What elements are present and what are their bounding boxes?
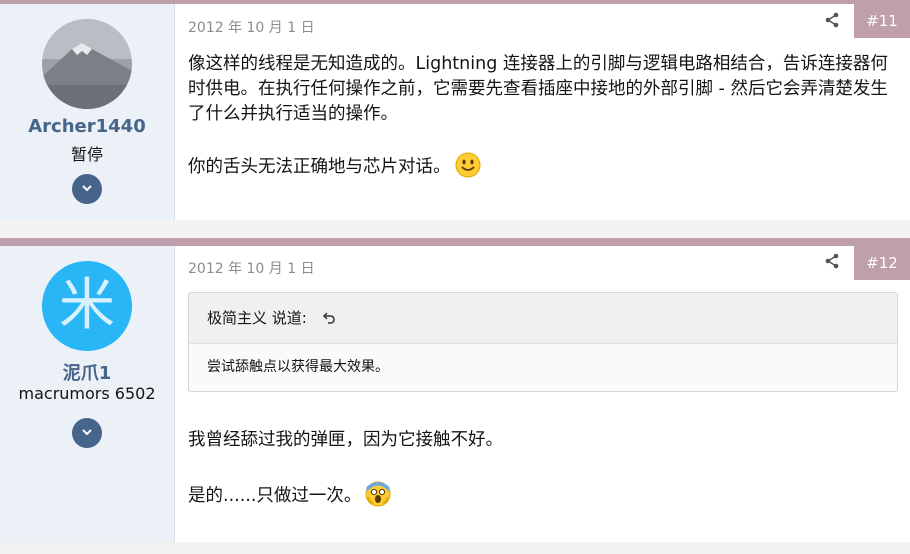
username[interactable]: Archer1440 <box>0 116 174 137</box>
post-body: 像这样的线程是无知造成的。Lightning 连接器上的引脚与逻辑电路相结合，告… <box>188 52 898 180</box>
smile-emoji <box>455 152 481 178</box>
avatar[interactable]: 米 <box>42 261 132 351</box>
post-number[interactable]: #12 <box>854 246 910 280</box>
avatar[interactable] <box>42 19 132 109</box>
user-sidebar: Archer1440 暂停 <box>0 4 175 220</box>
avatar-letter: 米 <box>59 273 115 338</box>
post-paragraph-2: 你的舌头无法正确地与芯片对话。 <box>188 152 898 180</box>
share-icon[interactable] <box>824 253 842 271</box>
arrow-up-icon[interactable] <box>322 293 336 343</box>
post-paragraph-2: 是的......只做过一次。 <box>188 481 898 509</box>
post-paragraph-text: 你的舌头无法正确地与芯片对话。 <box>188 157 451 177</box>
post-paragraph: 我曾经舔过我的弹匣，因为它接触不好。 <box>188 430 503 450</box>
post-body: 我曾经舔过我的弹匣，因为它接触不好。 是的......只做过一次。 <box>188 428 898 509</box>
user-title: 暂停 <box>70 145 103 164</box>
quote-text: 尝试舔触点以获得最大效果。 <box>207 359 389 375</box>
quote-author[interactable]: 极简主义 说道: <box>207 309 307 327</box>
post-paragraph: 像这样的线程是无知造成的。Lightning 连接器上的引脚与逻辑电路相结合，告… <box>188 54 888 124</box>
chevron-down-icon[interactable] <box>72 174 102 204</box>
post-number[interactable]: #11 <box>854 4 910 38</box>
user-title: macrumors 6502 <box>18 384 156 403</box>
post-date[interactable]: 2012 年 10 月 1 日 <box>188 17 315 37</box>
post-12: 米 泥爪1 macrumors 6502 2012 年 10 月 1 日 #12… <box>0 238 910 542</box>
user-sidebar: 米 泥爪1 macrumors 6502 <box>0 246 175 542</box>
chevron-down-icon[interactable] <box>72 418 102 448</box>
post-date[interactable]: 2012 年 10 月 1 日 <box>188 258 315 278</box>
share-icon[interactable] <box>824 12 842 30</box>
quote-header: 极简主义 说道: <box>189 293 897 344</box>
quote-block: 极简主义 说道: 尝试舔触点以获得最大效果。 <box>188 292 898 392</box>
scream-emoji <box>365 481 391 507</box>
username[interactable]: 泥爪1 <box>0 359 174 385</box>
post-paragraph-text: 是的......只做过一次。 <box>188 486 362 506</box>
post-accent-bar <box>0 238 910 246</box>
post-11: Archer1440 暂停 2012 年 10 月 1 日 #11 像这样的线程… <box>0 0 910 220</box>
